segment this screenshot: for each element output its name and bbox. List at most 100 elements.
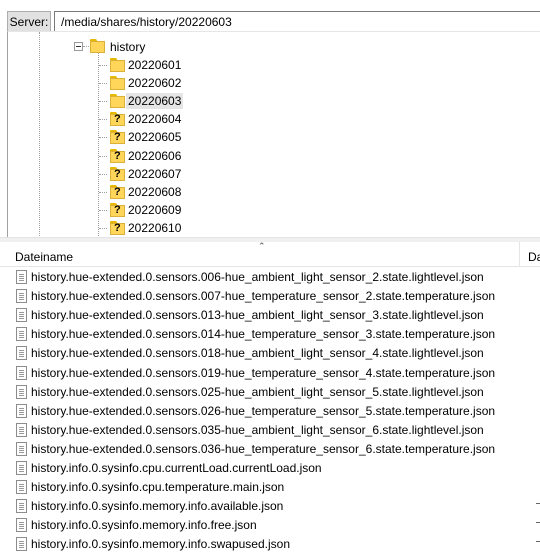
tree-node-20220610[interactable]: 20220610 [8, 219, 540, 237]
unknown-folder-icon [110, 202, 126, 217]
file-row[interactable]: history.info.0.sysinfo.cpu.currentLoad.c… [0, 459, 540, 478]
file-row[interactable]: history.info.0.sysinfo.memory.info.free.… [0, 516, 540, 535]
truncated-date-cell [536, 503, 540, 505]
file-name: history.info.0.sysinfo.memory.info.avail… [31, 499, 284, 514]
file-name: history.info.0.sysinfo.cpu.temperature.m… [31, 480, 285, 495]
file-icon [16, 289, 27, 304]
file-name: history.info.0.sysinfo.memory.info.free.… [31, 518, 257, 533]
tree-node-label: 20220609 [128, 202, 182, 217]
tree-connector [99, 137, 107, 139]
unknown-folder-icon [110, 166, 126, 181]
file-row[interactable]: history.info.0.sysinfo.memory.info.avail… [0, 497, 540, 516]
folder-icon [110, 58, 126, 72]
file-name: history.hue-extended.0.sensors.014-hue_t… [31, 327, 496, 342]
tree-node-20220607[interactable]: 20220607 [8, 165, 540, 183]
file-name: history.hue-extended.0.sensors.025-hue_a… [31, 384, 484, 399]
file-row[interactable]: history.hue-extended.0.sensors.019-hue_t… [0, 364, 540, 383]
tree-node-label: 20220602 [128, 76, 182, 91]
file-row[interactable]: history.hue-extended.0.sensors.006-hue_a… [0, 268, 540, 287]
file-icon [16, 537, 27, 552]
tree-node-label: 20220603 [126, 93, 184, 110]
file-icon [16, 403, 27, 418]
file-name: history.hue-extended.0.sensors.026-hue_t… [31, 403, 496, 418]
file-row[interactable]: history.hue-extended.0.sensors.026-hue_t… [0, 402, 540, 421]
tree-node-label: history [110, 40, 146, 54]
file-row[interactable]: history.info.0.sysinfo.cpu.temperature.m… [0, 478, 540, 497]
file-name: history.hue-extended.0.sensors.013-hue_a… [31, 308, 484, 323]
tree-connector [99, 155, 107, 157]
tree-node-label: 20220608 [128, 184, 182, 199]
tree-connector [99, 83, 107, 85]
remote-directory-tree[interactable]: history 20220601 20220602 20220603 20220604… [7, 31, 540, 237]
file-name: history.hue-extended.0.sensors.035-hue_a… [31, 422, 484, 437]
remote-file-list[interactable]: ⌃ Dateiname Da history.hue-extended.0.se… [0, 242, 540, 556]
file-row[interactable]: history.hue-extended.0.sensors.036-hue_t… [0, 440, 540, 459]
folder-icon [110, 76, 126, 91]
unknown-folder-icon [110, 220, 126, 235]
tree-node-20220609[interactable]: 20220609 [8, 201, 540, 219]
file-row[interactable]: history.hue-extended.0.sensors.035-hue_a… [0, 421, 540, 440]
column-header-filename[interactable]: ⌃ Dateiname [0, 242, 520, 266]
file-row[interactable]: history.hue-extended.0.sensors.013-hue_a… [0, 306, 540, 325]
file-icon [16, 327, 27, 342]
tree-node-label: 20220607 [128, 166, 182, 181]
tree-node-label: 20220605 [128, 130, 182, 145]
file-name: history.hue-extended.0.sensors.019-hue_t… [31, 365, 496, 380]
tree-connector [99, 119, 107, 121]
column-header-date[interactable]: Da [521, 242, 540, 266]
file-icon [16, 499, 27, 514]
file-name: history.info.0.sysinfo.cpu.currentLoad.c… [31, 461, 322, 475]
tree-connector [99, 173, 107, 175]
file-icon [16, 422, 27, 437]
file-icon [16, 365, 27, 380]
tree-connector [99, 191, 107, 193]
tree-node-label: 20220610 [128, 220, 182, 235]
tree-connector [99, 227, 107, 229]
tree-node-label: 20220601 [128, 58, 182, 72]
file-icon [16, 461, 27, 475]
tree-node-20220605[interactable]: 20220605 [8, 128, 540, 146]
tree-node-20220602[interactable]: 20220602 [8, 74, 540, 92]
file-name: history.hue-extended.0.sensors.006-hue_a… [31, 270, 484, 284]
tree-connector [99, 209, 107, 211]
file-row[interactable]: history.hue-extended.0.sensors.007-hue_t… [0, 287, 540, 306]
list-header: ⌃ Dateiname Da [0, 242, 540, 267]
file-icon [16, 270, 27, 284]
truncated-date-cell [536, 541, 540, 543]
tree-node-history[interactable]: history [8, 38, 540, 56]
file-icon [16, 441, 27, 456]
tree-node-label: 20220604 [128, 112, 182, 127]
sort-ascending-icon: ⌃ [258, 242, 266, 251]
file-name: history.info.0.sysinfo.memory.info.swapu… [31, 537, 291, 552]
tree-node-20220604[interactable]: 20220604 [8, 110, 540, 128]
file-name: history.hue-extended.0.sensors.007-hue_t… [31, 289, 496, 304]
file-row[interactable]: history.hue-extended.0.sensors.014-hue_t… [0, 325, 540, 344]
file-icon [16, 346, 27, 361]
unknown-folder-icon [110, 130, 126, 145]
file-name: history.hue-extended.0.sensors.018-hue_a… [31, 346, 484, 361]
file-icon [16, 480, 27, 495]
server-bar: Server: /media/shares/history/20220603 [0, 7, 540, 34]
file-icon [16, 308, 27, 323]
unknown-folder-icon [110, 148, 126, 163]
tree-connector [99, 65, 107, 66]
folder-icon [90, 39, 106, 53]
tree-node-20220603[interactable]: 20220603 [8, 92, 540, 110]
tree-node-20220608[interactable]: 20220608 [8, 183, 540, 201]
collapse-icon[interactable] [74, 42, 83, 51]
file-row[interactable]: history.info.0.sysinfo.memory.info.swapu… [0, 535, 540, 554]
tree-connector [83, 46, 89, 47]
truncated-date-cell [536, 522, 540, 524]
file-icon [16, 518, 27, 533]
tree-node-20220606[interactable]: 20220606 [8, 147, 540, 165]
file-name: history.hue-extended.0.sensors.036-hue_t… [31, 441, 496, 456]
file-icon [16, 384, 27, 399]
file-row[interactable]: history.hue-extended.0.sensors.018-hue_a… [0, 344, 540, 363]
file-row[interactable]: history.hue-extended.0.sensors.025-hue_a… [0, 383, 540, 402]
unknown-folder-icon [110, 184, 126, 199]
tree-node-label: 20220606 [128, 148, 182, 163]
tree-node-20220601[interactable]: 20220601 [8, 56, 540, 74]
unknown-folder-icon [110, 112, 126, 127]
folder-icon [110, 94, 126, 109]
tree-connector [99, 101, 107, 103]
